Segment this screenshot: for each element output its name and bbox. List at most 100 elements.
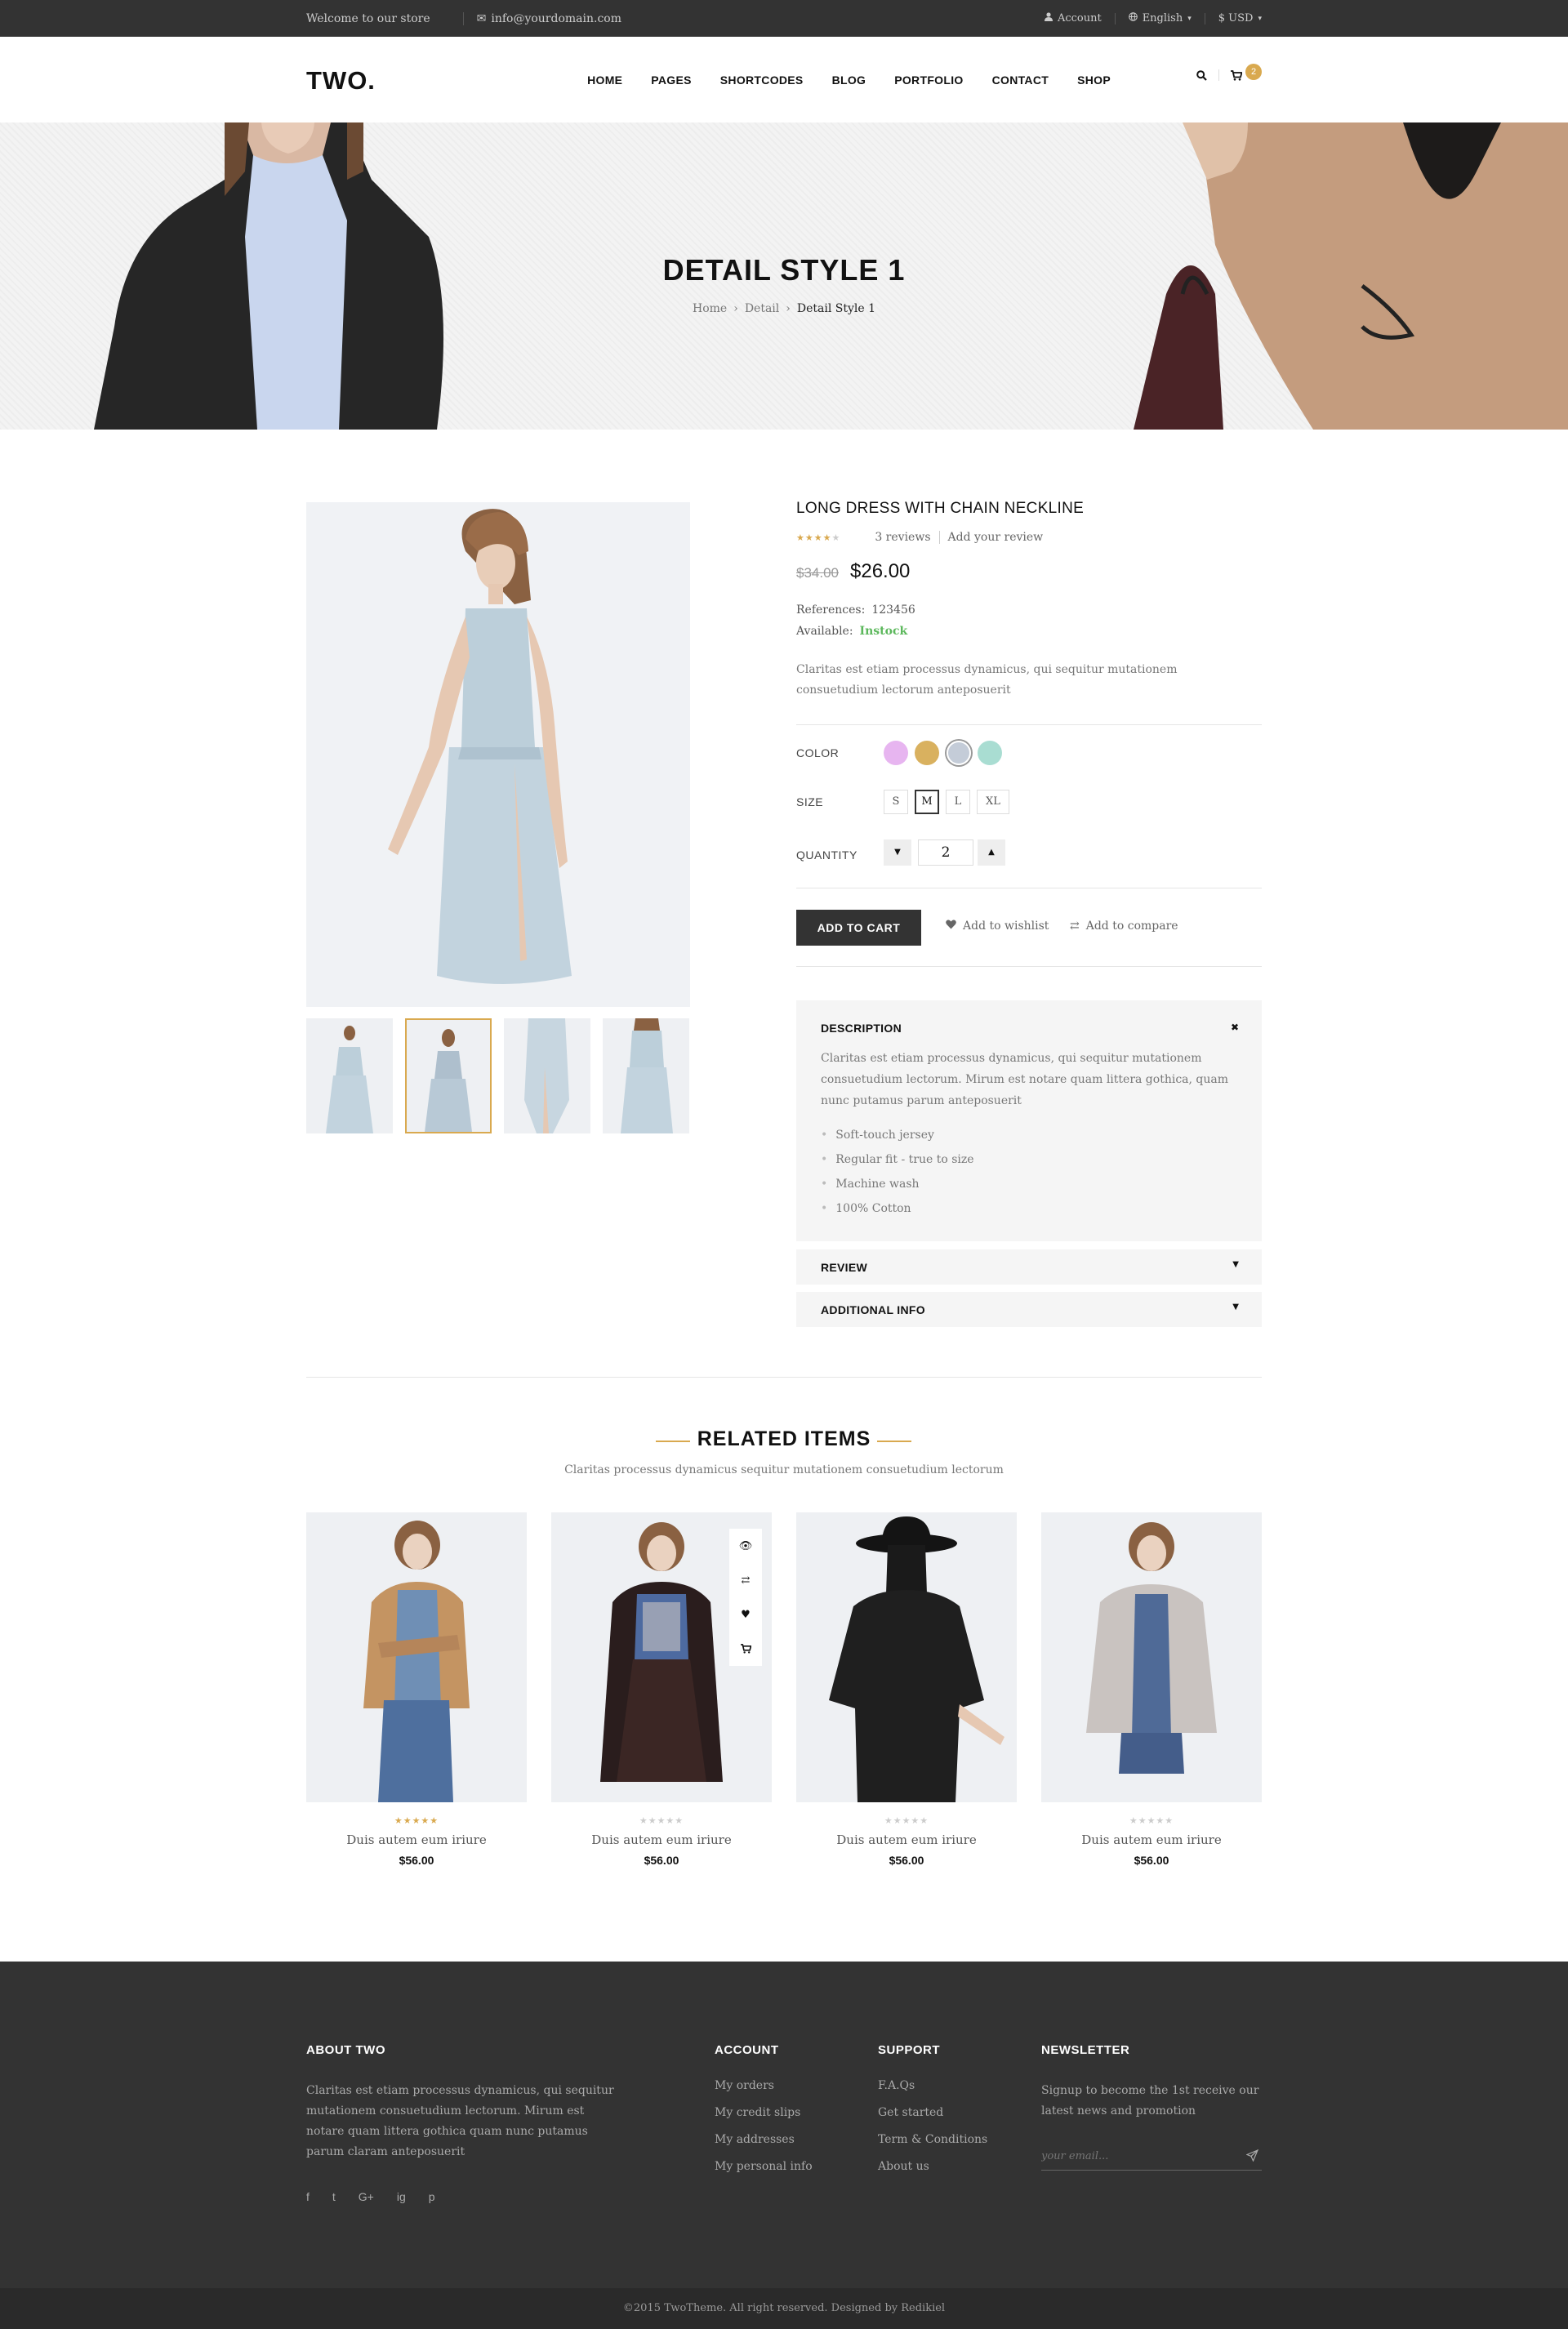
breadcrumb-home[interactable]: Home <box>693 302 727 315</box>
heart-icon[interactable]: ♥ <box>729 1597 762 1632</box>
product-card-name[interactable]: Duis autem eum iriure <box>796 1832 1017 1847</box>
nav-home[interactable]: HOME <box>587 73 622 87</box>
product-card-image[interactable] <box>796 1512 1017 1802</box>
footer-link[interactable]: Term & Conditions <box>878 2133 987 2160</box>
product-card-image[interactable] <box>1041 1512 1262 1802</box>
size-option-xl[interactable]: XL <box>977 790 1009 814</box>
eye-icon[interactable]: 👁 <box>729 1529 762 1563</box>
instagram-icon[interactable]: ig <box>397 2190 406 2203</box>
search-icon[interactable] <box>1189 69 1214 81</box>
currency-label: $ USD <box>1218 12 1254 24</box>
breadcrumb: Home › Detail › Detail Style 1 <box>693 302 875 315</box>
quick-actions: 👁 ⇄ ♥ <box>729 1529 762 1666</box>
product-card-image[interactable]: 👁 ⇄ ♥ <box>551 1512 772 1802</box>
google-plus-icon[interactable]: G+ <box>359 2190 374 2203</box>
product-card[interactable]: ★★★★★ Duis autem eum iriure $56.00 <box>306 1512 527 1867</box>
size-option-m-selected[interactable]: M <box>915 790 939 814</box>
quantity-decrease-button[interactable]: ▼ <box>884 839 911 866</box>
product-card-image[interactable] <box>306 1512 527 1802</box>
pinterest-icon[interactable]: p <box>429 2190 435 2203</box>
logo[interactable]: TWO. <box>306 66 376 96</box>
list-item: Soft-touch jersey <box>821 1123 974 1147</box>
add-to-wishlist-link[interactable]: Add to wishlist <box>946 920 1049 933</box>
footer-support-links: F.A.Qs Get started Term & Conditions Abo… <box>878 2079 987 2187</box>
footer-link[interactable]: My orders <box>715 2079 813 2106</box>
list-item: Machine wash <box>821 1172 974 1196</box>
product-thumbnail[interactable] <box>306 1018 393 1133</box>
title-decoration-line <box>877 1441 911 1442</box>
caret-down-icon[interactable]: ▼ <box>1232 1260 1239 1269</box>
product-card-rating: ★★★★★ <box>639 1815 684 1826</box>
footer-link[interactable]: About us <box>878 2160 987 2187</box>
reference-value: 123456 <box>871 603 915 617</box>
list-item: 100% Cotton <box>821 1196 974 1221</box>
facebook-icon[interactable]: f <box>306 2190 310 2203</box>
section-divider <box>306 1377 1262 1378</box>
list-item: Regular fit - true to size <box>821 1147 973 1172</box>
quantity-increase-button[interactable]: ▲ <box>978 839 1005 866</box>
product-rating-stars: ★★★★★ <box>796 532 841 543</box>
reviews-count-link[interactable]: 3 reviews <box>875 531 930 544</box>
product-card-name[interactable]: Duis autem eum iriure <box>551 1832 772 1847</box>
add-to-cart-button[interactable]: ADD TO CART <box>796 910 921 946</box>
site-footer: ABOUT TWO Claritas est etiam processus d… <box>0 1962 1568 2288</box>
divider <box>796 724 1262 725</box>
product-card-price: $56.00 <box>399 1854 434 1867</box>
product-card-rating: ★★★★★ <box>394 1815 439 1826</box>
description-tab-title[interactable]: DESCRIPTION <box>821 1022 902 1035</box>
add-review-link[interactable]: Add your review <box>938 531 1043 544</box>
social-links: f t G+ ig p <box>306 2190 435 2203</box>
additional-info-tab[interactable]: ADDITIONAL INFO ▼ <box>796 1292 1262 1327</box>
color-swatch-grey-selected[interactable] <box>947 741 971 765</box>
twitter-icon[interactable]: t <box>332 2190 336 2203</box>
footer-link[interactable]: My credit slips <box>715 2106 813 2133</box>
email-link[interactable]: ✉ info@yourdomain.com <box>462 11 621 25</box>
quantity-input[interactable]: 2 <box>918 839 973 866</box>
send-icon[interactable] <box>1245 2149 1259 2165</box>
quantity-label: QUANTITY <box>796 848 858 862</box>
footer-link[interactable]: Get started <box>878 2106 987 2133</box>
close-icon[interactable]: ✖ <box>1231 1022 1239 1033</box>
product-card[interactable]: ★★★★★ Duis autem eum iriure $56.00 <box>796 1512 1017 1867</box>
color-swatch-mustard[interactable] <box>915 741 939 765</box>
footer-about-title: ABOUT TWO <box>306 2043 385 2057</box>
product-card[interactable]: 👁 ⇄ ♥ ★★★★★ Duis autem eum iriure $56.00 <box>551 1512 772 1867</box>
additional-info-tab-title[interactable]: ADDITIONAL INFO <box>821 1303 925 1316</box>
color-swatch-mint[interactable] <box>978 741 1002 765</box>
compare-icon[interactable]: ⇄ <box>729 1563 762 1597</box>
product-thumbnail[interactable] <box>603 1018 689 1133</box>
footer-newsletter-title: NEWSLETTER <box>1041 2043 1130 2057</box>
envelope-icon: ✉ <box>476 11 487 25</box>
nav-shop[interactable]: SHOP <box>1077 73 1111 87</box>
size-option-l[interactable]: L <box>946 790 970 814</box>
product-card[interactable]: ★★★★★ Duis autem eum iriure $56.00 <box>1041 1512 1262 1867</box>
footer-link[interactable]: F.A.Qs <box>878 2079 987 2106</box>
currency-dropdown[interactable]: $ USD ▾ <box>1204 12 1262 24</box>
nav-contact[interactable]: CONTACT <box>992 73 1049 87</box>
nav-blog[interactable]: BLOG <box>832 73 866 87</box>
footer-link[interactable]: My personal info <box>715 2160 813 2187</box>
product-thumbnail-selected[interactable] <box>405 1018 492 1133</box>
product-thumbnail[interactable] <box>504 1018 590 1133</box>
footer-link[interactable]: My addresses <box>715 2133 813 2160</box>
add-to-compare-link[interactable]: ⇄ Add to compare <box>1070 920 1178 933</box>
account-link[interactable]: Account <box>1031 12 1115 24</box>
caret-down-icon[interactable]: ▼ <box>1232 1303 1239 1311</box>
cart-icon[interactable] <box>729 1632 762 1666</box>
size-option-s[interactable]: S <box>884 790 908 814</box>
email-text: info@yourdomain.com <box>491 11 621 25</box>
product-card-name[interactable]: Duis autem eum iriure <box>1041 1832 1262 1847</box>
review-tab-title[interactable]: REVIEW <box>821 1261 867 1274</box>
product-card-price: $56.00 <box>889 1854 924 1867</box>
nav-pages[interactable]: PAGES <box>651 73 691 87</box>
color-swatch-lilac[interactable] <box>884 741 908 765</box>
language-dropdown[interactable]: English ▾ <box>1114 12 1205 24</box>
product-card-name[interactable]: Duis autem eum iriure <box>306 1832 527 1847</box>
product-card-rating: ★★★★★ <box>1129 1815 1174 1826</box>
product-main-image[interactable] <box>306 502 690 1007</box>
nav-portfolio[interactable]: PORTFOLIO <box>894 73 963 87</box>
review-tab[interactable]: REVIEW ▼ <box>796 1249 1262 1285</box>
breadcrumb-detail[interactable]: Detail <box>745 302 779 315</box>
newsletter-email-input[interactable] <box>1041 2143 1262 2171</box>
nav-shortcodes[interactable]: SHORTCODES <box>720 73 804 87</box>
